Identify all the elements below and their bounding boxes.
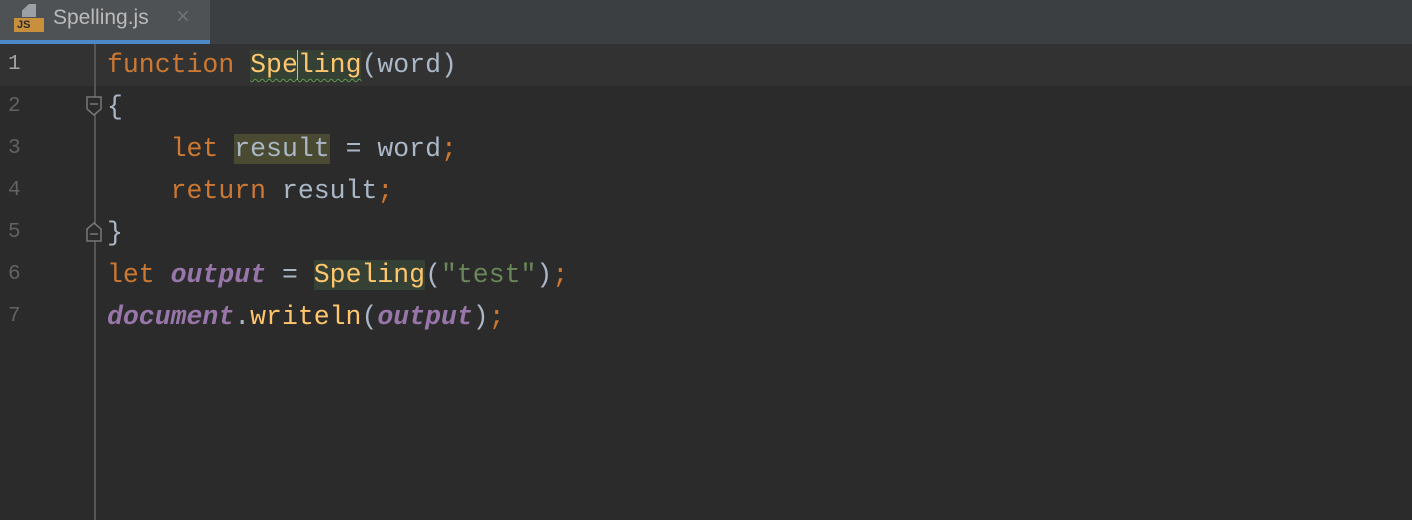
line-number: 4 [8, 179, 21, 202]
line-number: 3 [8, 137, 21, 160]
code-line: return result; [107, 170, 568, 212]
code-token: Speling [313, 260, 426, 290]
code-line: let output = Speling("test"); [107, 254, 568, 296]
code-line: document.writeln(output); [107, 296, 568, 338]
code-token: { [107, 92, 123, 122]
line-number: 7 [8, 305, 21, 328]
code-token: (word) [361, 50, 457, 80]
code-token: = word [329, 134, 441, 164]
code-token: ling [297, 50, 362, 80]
code-token: ) [472, 302, 489, 332]
line-number: 1 [8, 53, 21, 76]
fold-end-icon[interactable] [86, 222, 102, 242]
code-token: = [266, 260, 314, 290]
code-token: . [234, 302, 251, 332]
code-token: ; [552, 260, 569, 290]
code-line: } [107, 212, 568, 254]
tab-spelling-js[interactable]: JS Spelling.js × [0, 0, 210, 44]
tab-title: Spelling.js [53, 6, 149, 29]
code-line: { [107, 86, 568, 128]
line-number: 2 [8, 95, 21, 118]
line-number: 5 [8, 221, 21, 244]
code-token: output [170, 260, 267, 290]
code-token: result [266, 176, 378, 206]
editor-tab-bar: JS Spelling.js × [0, 0, 1412, 44]
code-token: } [107, 218, 123, 248]
code-token: ( [361, 302, 378, 332]
code-token: output [377, 302, 473, 332]
code-line: function Speling(word) [107, 44, 568, 86]
code-token: result [234, 134, 330, 164]
code-token: function [107, 50, 235, 80]
code-token: ( [425, 260, 441, 290]
code-token: "test" [441, 260, 537, 290]
code-token: ; [441, 134, 457, 164]
code-token: ; [488, 302, 505, 332]
code-token: writeln [250, 302, 362, 332]
code-token: Spe [250, 50, 298, 80]
close-icon[interactable]: × [176, 3, 190, 31]
js-file-icon: JS [14, 4, 44, 32]
fold-start-icon[interactable] [86, 96, 102, 116]
code-token: return [170, 176, 267, 206]
line-number: 6 [8, 263, 21, 286]
code-line: let result = word; [107, 128, 568, 170]
code-token: ; [377, 176, 394, 206]
js-badge: JS [14, 18, 44, 32]
code-token: let [170, 134, 219, 164]
code-token: let [107, 260, 155, 290]
code-editor[interactable]: function Speling(word){ let result = wor… [107, 44, 568, 338]
code-token: ) [536, 260, 553, 290]
code-token: document [107, 302, 235, 332]
